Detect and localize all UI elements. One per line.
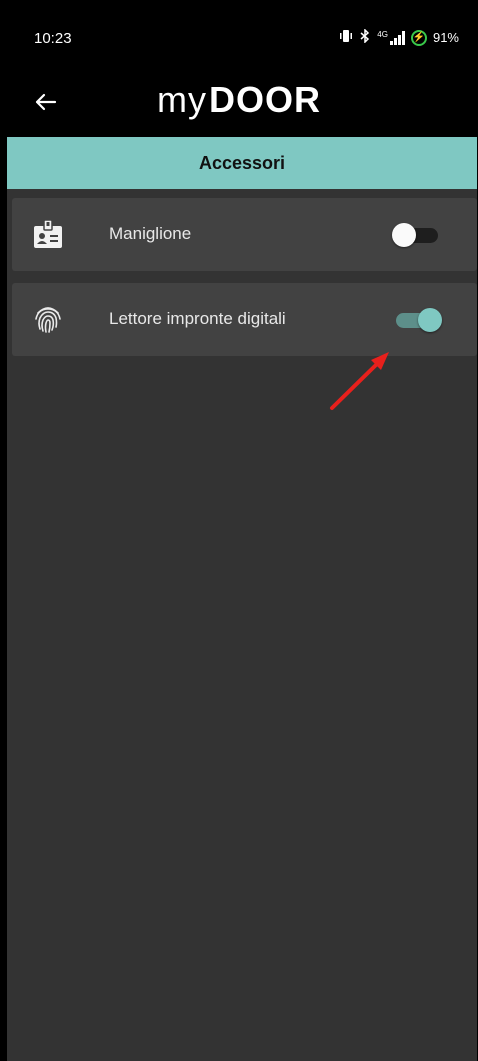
accessory-row-maniglione: Maniglione — [12, 198, 477, 271]
signal-icon: 4G — [377, 29, 405, 45]
app-screen: 10:23 4G ⚡ 91% my DOOR Accessori Manigli… — [7, 0, 477, 1061]
vibrate-icon — [339, 29, 353, 46]
accessory-label: Lettore impronte digitali — [109, 309, 286, 328]
status-icons: 4G ⚡ 91% — [339, 28, 459, 46]
badge-icon — [32, 218, 64, 250]
accessory-label: Maniglione — [109, 224, 192, 243]
accessory-row-fingerprint: Lettore impronte digitali — [12, 283, 477, 356]
logo-door: DOOR — [209, 79, 321, 120]
app-bar: my DOOR — [7, 70, 477, 137]
maniglione-toggle[interactable] — [392, 223, 442, 247]
network-type: 4G — [377, 29, 388, 39]
annotation-arrow-icon — [330, 352, 389, 410]
bluetooth-icon — [359, 28, 371, 46]
toggle-thumb — [392, 223, 416, 247]
battery-charging-icon: ⚡ — [410, 29, 427, 46]
logo-my: my — [157, 79, 207, 120]
section-title: Accessori — [198, 152, 286, 173]
fingerprint-toggle[interactable] — [392, 308, 442, 332]
back-arrow-icon[interactable] — [31, 88, 59, 116]
battery-level: 91% — [432, 30, 459, 45]
status-bar: 10:23 4G ⚡ 91% — [7, 0, 477, 70]
toggle-thumb — [418, 308, 442, 332]
status-time: 10:23 — [34, 30, 72, 47]
mydoor-logo: my DOOR — [157, 80, 321, 120]
section-header: Accessori — [7, 137, 477, 189]
fingerprint-icon — [32, 303, 64, 335]
